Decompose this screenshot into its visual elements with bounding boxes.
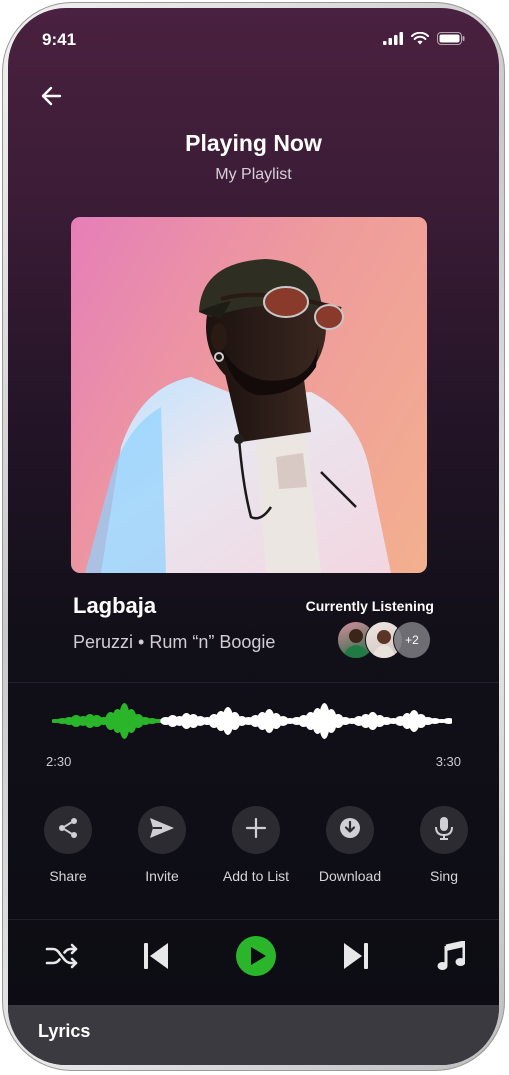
- next-icon: [343, 942, 369, 975]
- invite-label: Invite: [145, 868, 179, 884]
- elapsed-time: 2:30: [46, 754, 72, 769]
- total-time: 3:30: [435, 754, 461, 769]
- lyrics-bar[interactable]: Lyrics: [8, 1005, 499, 1065]
- audio-waveform[interactable]: [52, 701, 452, 741]
- status-bar: 9:41: [42, 30, 465, 54]
- wifi-icon: [411, 31, 429, 50]
- page-title: Playing Now: [185, 130, 322, 156]
- status-icons: [383, 31, 465, 50]
- shuffle-icon: [45, 942, 79, 975]
- download-label: Download: [318, 868, 382, 884]
- playlist-name: My Playlist: [215, 166, 292, 183]
- arrow-left-icon: [38, 86, 66, 114]
- playback-controls: [8, 935, 499, 980]
- music-button[interactable]: [431, 938, 471, 978]
- song-title: Lagbaja: [73, 593, 157, 618]
- previous-icon: [143, 942, 169, 975]
- sing-button[interactable]: Sing: [399, 806, 489, 884]
- battery-icon: [437, 32, 465, 50]
- microphone-icon: [433, 816, 455, 845]
- music-note-icon: [437, 939, 466, 976]
- lyrics-label: Lyrics: [38, 1021, 91, 1041]
- divider: [8, 919, 499, 920]
- play-icon: [235, 935, 277, 982]
- player-screen: 9:41 Playing Now My Playlist Lagbaja Per…: [8, 8, 499, 1065]
- artist-illustration: [85, 259, 391, 573]
- more-listeners-badge[interactable]: +2: [393, 621, 431, 659]
- sing-button-circle[interactable]: [420, 806, 468, 854]
- play-button[interactable]: [236, 935, 276, 978]
- download-button-circle[interactable]: [326, 806, 374, 854]
- share-label: Share: [49, 868, 87, 884]
- action-row: Share Invite Add to List Download Sing: [8, 806, 499, 896]
- phone-frame: 9:41 Playing Now My Playlist Lagbaja Per…: [2, 2, 505, 1071]
- back-button[interactable]: [38, 82, 66, 110]
- add-to-list-button-circle[interactable]: [232, 806, 280, 854]
- song-artist-album: Peruzzi • Rum “n” Boogie: [73, 632, 276, 652]
- download-icon: [338, 816, 362, 845]
- previous-button[interactable]: [136, 938, 176, 978]
- download-button[interactable]: Download: [305, 806, 395, 884]
- currently-listening-label: Currently Listening: [305, 598, 434, 614]
- share-button-circle[interactable]: [44, 806, 92, 854]
- invite-button[interactable]: Invite: [117, 806, 207, 884]
- share-icon: [56, 816, 80, 845]
- sing-label: Sing: [429, 868, 459, 884]
- add-to-list-button[interactable]: Add to List: [211, 806, 301, 884]
- shuffle-button[interactable]: [42, 938, 82, 978]
- album-art: [71, 217, 427, 573]
- send-icon: [148, 816, 176, 845]
- next-button[interactable]: [336, 938, 376, 978]
- divider: [8, 682, 499, 683]
- add-to-list-label: Add to List: [222, 868, 290, 884]
- share-button[interactable]: Share: [23, 806, 113, 884]
- status-time: 9:41: [42, 30, 77, 49]
- invite-button-circle[interactable]: [138, 806, 186, 854]
- waveform-bar: [443, 718, 452, 724]
- signal-icon: [383, 32, 403, 50]
- listener-avatars[interactable]: +2: [337, 621, 433, 659]
- plus-icon: [245, 817, 267, 844]
